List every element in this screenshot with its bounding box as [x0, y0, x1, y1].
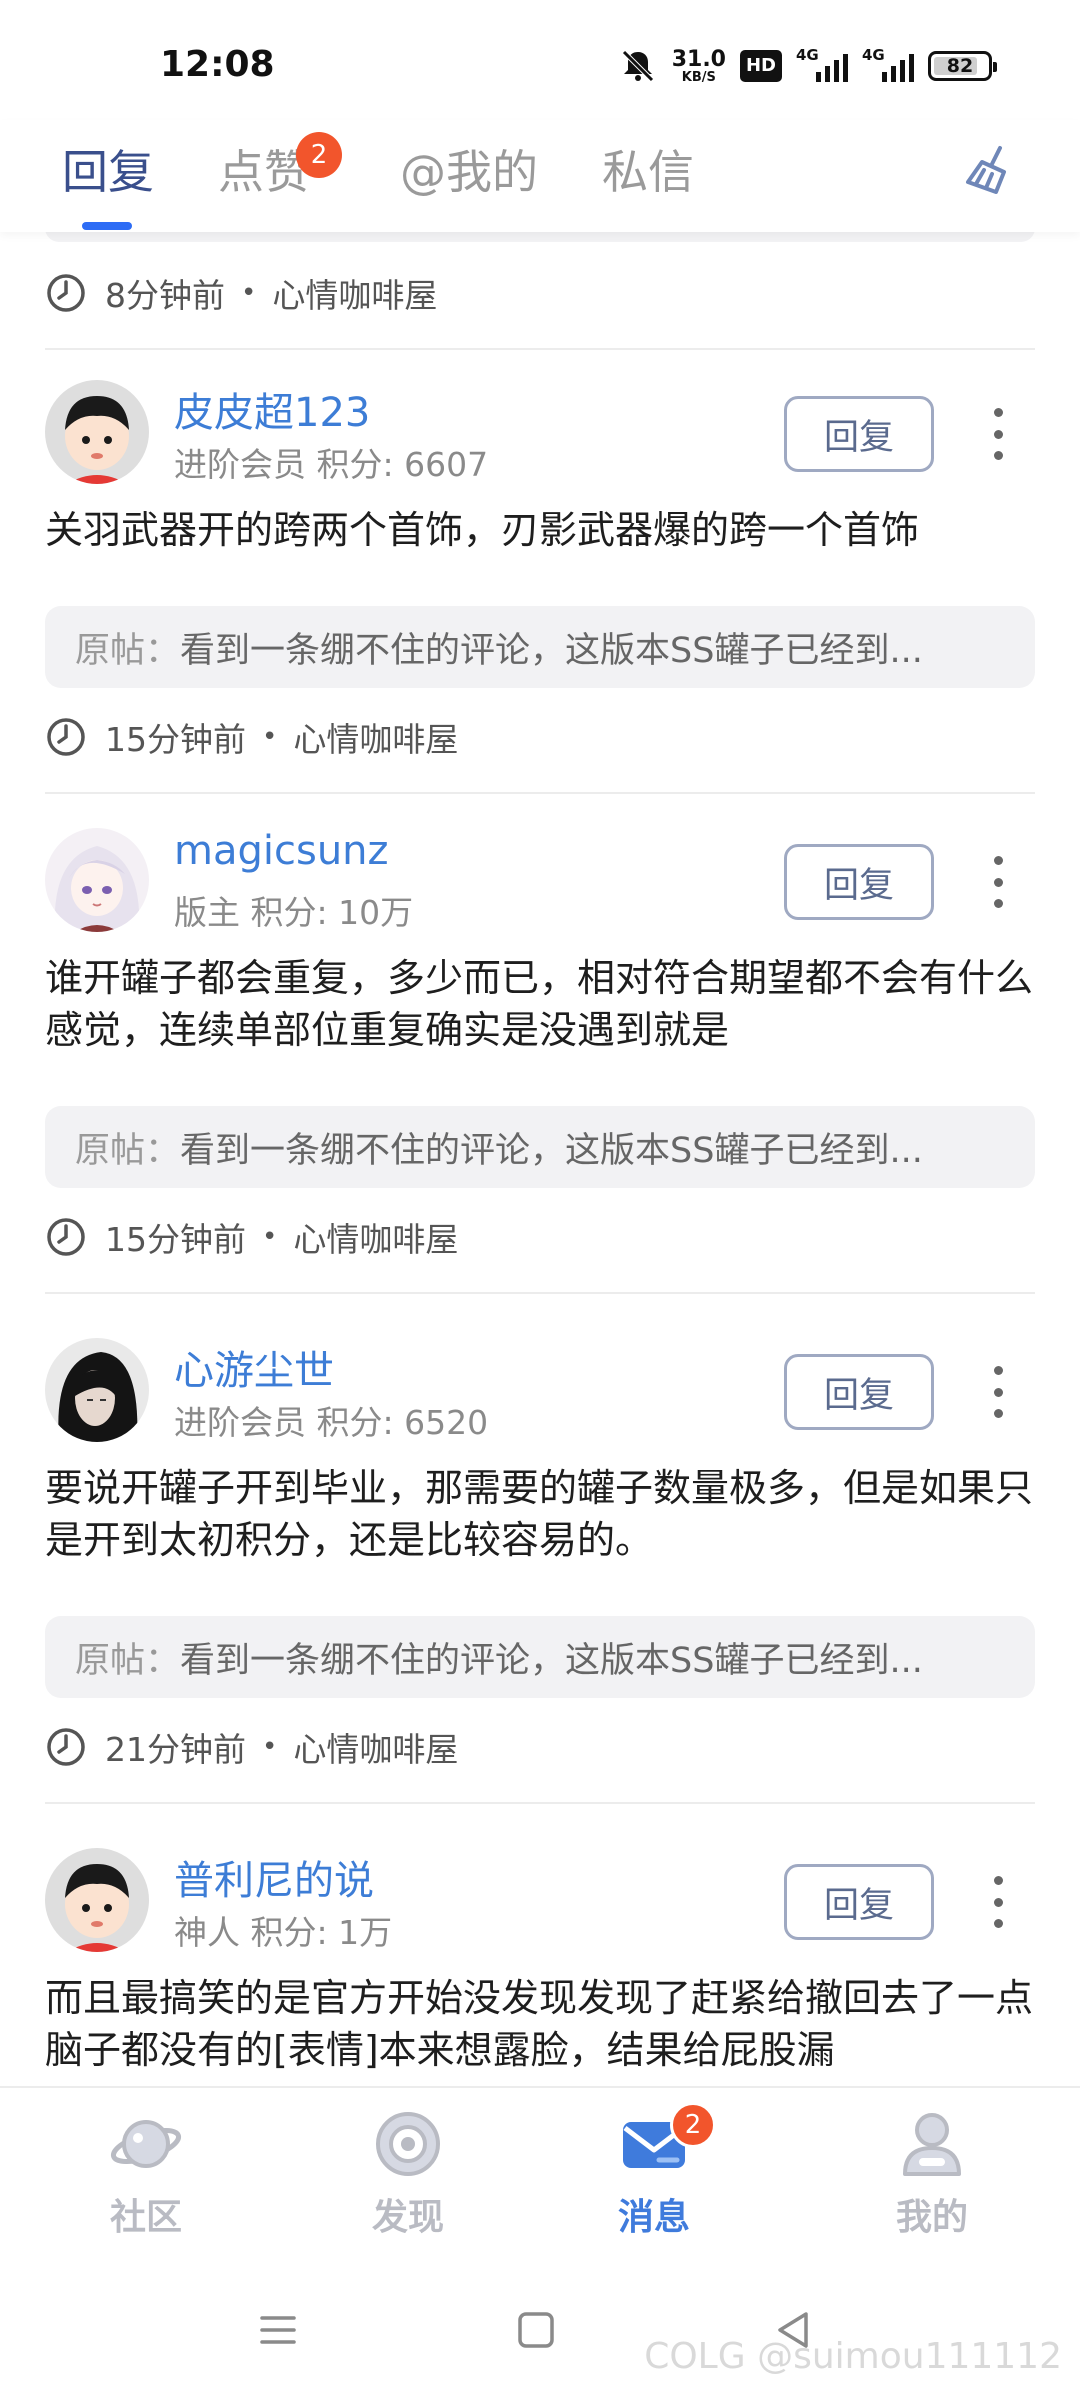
user-info: 进阶会员 积分: 6607	[174, 445, 489, 484]
signal-icon: 4G	[796, 46, 848, 84]
colg-logo: COLG	[644, 2336, 746, 2377]
reply-meta: 8分钟前 • 心情咖啡屋	[45, 268, 437, 318]
clock-icon	[47, 718, 85, 756]
battery-icon: 82	[928, 51, 997, 81]
avatar[interactable]	[45, 1848, 149, 1952]
board-name[interactable]: 心情咖啡屋	[293, 713, 458, 761]
divider	[45, 348, 1035, 350]
nav-profile[interactable]: 我的	[852, 2108, 1012, 2248]
menu-icon[interactable]	[254, 2306, 302, 2354]
nav-label: 消息	[617, 2197, 690, 2238]
divider	[45, 1802, 1035, 1804]
board-name[interactable]: 心情咖啡屋	[272, 269, 437, 317]
watermark: COLG @suimou111112	[644, 2336, 1062, 2377]
nav-community[interactable]: 社区	[66, 2108, 226, 2248]
reply-button[interactable]: 回复	[784, 396, 934, 472]
reply-button[interactable]: 回复	[784, 844, 934, 920]
broom-icon[interactable]	[960, 142, 1020, 202]
tab-private-messages[interactable]: 私信	[602, 136, 694, 202]
original-post-link[interactable]: 原帖： 看到一条绷不住的评论，这版本SS罐子已经到...	[45, 1616, 1035, 1698]
username[interactable]: 皮皮超123	[174, 380, 370, 438]
avatar[interactable]	[45, 1338, 149, 1442]
signal-icon: 4G	[862, 46, 914, 84]
reply-content[interactable]: 谁开罐子都会重复，多少而已，相对符合期望都不会有什么感觉，连续单部位重复确实是没…	[45, 952, 1035, 1056]
profile-icon	[903, 2113, 961, 2176]
avatar[interactable]	[45, 380, 149, 484]
reply-content[interactable]: 而且最搞笑的是官方开始没发现发现了赶紧给撤回去了一点脑子都没有的[表情]本来想露…	[45, 1972, 1035, 2076]
reply-time: 8分钟前	[105, 276, 225, 315]
reply-meta: 15分钟前 • 心情咖啡屋	[45, 1212, 458, 1262]
mute-bell-icon	[621, 50, 654, 82]
user-info: 进阶会员 积分: 6520	[174, 1403, 489, 1442]
username[interactable]: magicsunz	[174, 828, 389, 874]
divider	[45, 1292, 1035, 1294]
user-info: 神人 积分: 1万	[174, 1913, 393, 1952]
hd-icon: HD	[739, 50, 782, 82]
likes-badge: 2	[296, 132, 342, 178]
reply-content[interactable]: 要说开罐子开到毕业，那需要的罐子数量极多，但是如果只是开到太初积分，还是比较容易…	[45, 1462, 1035, 1566]
reply-content[interactable]: 关羽武器开的跨两个首饰，刃影武器爆的跨一个首饰	[45, 504, 1035, 556]
system-navigation: COLG @suimou111112	[0, 2256, 1080, 2400]
planet-icon	[110, 2120, 182, 2168]
messages-badge: 2	[670, 2102, 716, 2148]
nav-discover[interactable]: 发现	[328, 2108, 488, 2248]
more-options-icon[interactable]	[980, 1872, 1016, 1932]
message-tabs: 回复 点赞 2 @我的 私信	[0, 120, 1080, 232]
clock-icon	[47, 274, 85, 312]
tab-mentions[interactable]: @我的	[400, 136, 538, 202]
reply-meta: 15分钟前 • 心情咖啡屋	[45, 712, 458, 762]
user-info: 版主 积分: 10万	[174, 893, 414, 932]
reply-time: 21分钟前	[105, 1730, 246, 1769]
reply-list: 8分钟前 • 心情咖啡屋 皮皮超123 进阶会员 积分: 6607 回复 关羽武…	[0, 232, 1080, 2086]
avatar[interactable]	[45, 828, 149, 932]
tab-indicator	[82, 222, 132, 230]
tab-likes[interactable]: 点赞	[218, 136, 310, 202]
original-post-link[interactable]: 原帖： 看到一条绷不住的评论，这版本SS罐子已经到...	[45, 1106, 1035, 1188]
divider	[45, 792, 1035, 794]
reply-button[interactable]: 回复	[784, 1864, 934, 1940]
board-name[interactable]: 心情咖啡屋	[293, 1723, 458, 1771]
clock-icon	[47, 1728, 85, 1766]
network-speed: 31.0 KB/S	[671, 46, 726, 85]
nav-messages[interactable]: 消息 2	[574, 2102, 734, 2248]
clock-icon	[47, 1218, 85, 1256]
home-icon[interactable]	[512, 2306, 560, 2354]
username[interactable]: 心游尘世	[174, 1338, 334, 1396]
status-icons: 31.0 KB/S HD 4G 4G 82	[618, 46, 997, 86]
reply-meta: 21分钟前 • 心情咖啡屋	[45, 1722, 458, 1772]
tab-reply[interactable]: 回复	[62, 136, 154, 202]
reply-time: 15分钟前	[105, 720, 246, 759]
status-bar: 12:08 31.0 KB/S HD 4G 4G 82	[0, 0, 1080, 120]
more-options-icon[interactable]	[980, 1362, 1016, 1422]
reply-button[interactable]: 回复	[784, 1354, 934, 1430]
status-time: 12:08	[160, 44, 275, 85]
nav-label: 发现	[371, 2197, 444, 2238]
nav-label: 社区	[109, 2197, 182, 2238]
username[interactable]: 普利尼的说	[174, 1848, 374, 1906]
reply-time: 15分钟前	[105, 1220, 246, 1259]
more-options-icon[interactable]	[980, 404, 1016, 464]
more-options-icon[interactable]	[980, 852, 1016, 912]
bottom-navigation: 社区 发现 消息 2 我的	[0, 2086, 1080, 2256]
board-name[interactable]: 心情咖啡屋	[293, 1213, 458, 1261]
original-post-tail	[45, 232, 1035, 242]
nav-label: 我的	[895, 2197, 968, 2238]
discover-icon	[376, 2112, 440, 2176]
original-post-link[interactable]: 原帖： 看到一条绷不住的评论，这版本SS罐子已经到...	[45, 606, 1035, 688]
